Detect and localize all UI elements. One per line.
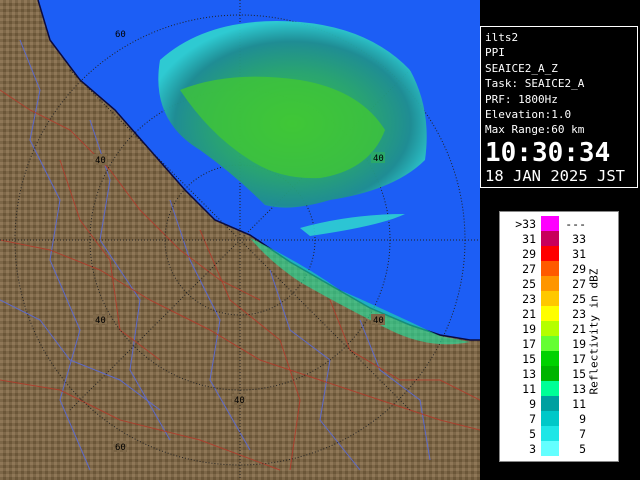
legend-high-value: 25 (572, 292, 586, 306)
legend-row: 31 33 (500, 231, 618, 246)
legend-swatch (541, 411, 559, 426)
legend-low-value: 27 (522, 262, 536, 276)
legend-high-value: 27 (572, 277, 586, 291)
range-label: 40 (234, 396, 245, 406)
legend-swatch (541, 291, 559, 306)
field-name: SEAICE2_A_Z (485, 61, 558, 75)
station-name: ilts2 (485, 31, 519, 44)
legend-swatch (541, 366, 559, 381)
legend-row: >33 --- (500, 216, 618, 231)
legend-title-wrap: Reflectivity in dBZ (584, 268, 604, 408)
range-label: 60 (115, 443, 126, 453)
legend-low-value: 15 (522, 352, 536, 366)
radar-map[interactable]: 60 40 40 40 40 40 60 (0, 0, 480, 480)
legend-high-value: 9 (579, 412, 586, 426)
legend-swatch (541, 321, 559, 336)
max-range-value: Max Range:60 km (485, 123, 585, 137)
legend-row: 29 31 (500, 246, 618, 261)
legend-high-value: 5 (579, 442, 586, 456)
legend-title: Reflectivity in dBZ (587, 268, 601, 395)
legend-low-value: 23 (522, 292, 536, 306)
range-label: 40 (95, 316, 106, 326)
elevation-value: Elevation:1.0 (485, 108, 572, 122)
legend-low-value: 5 (529, 427, 536, 441)
legend-low-value: 3 (529, 442, 536, 456)
legend-high-value: 13 (572, 382, 586, 396)
legend-swatch (541, 306, 559, 321)
legend-swatch (541, 351, 559, 366)
legend-low-value: 19 (522, 322, 536, 336)
legend-swatch (541, 336, 559, 351)
legend-row: 79 (500, 411, 618, 426)
legend-swatch (541, 426, 559, 441)
legend-low-value: 7 (529, 412, 536, 426)
scan-date: 18 JAN 2025 JST (485, 166, 625, 185)
legend-swatch (541, 231, 559, 246)
legend-low-value: 25 (522, 277, 536, 291)
legend-high-value: 17 (572, 352, 586, 366)
range-label: 40 (373, 316, 384, 326)
legend-high-value: 19 (572, 337, 586, 351)
range-label: 40 (95, 156, 106, 166)
legend-high-value: 33 (572, 232, 586, 246)
legend-low-value: 21 (522, 307, 536, 321)
task-name: Task: SEAICE2_A (485, 77, 585, 91)
legend-swatch (541, 261, 559, 276)
legend-swatch (541, 441, 559, 456)
scan-time: 10:30:34 (485, 137, 611, 168)
product-type: PPI (485, 46, 505, 60)
legend-low-value: 29 (522, 247, 536, 261)
legend-low-value: 11 (522, 382, 536, 396)
legend-low-value: >33 (515, 217, 536, 231)
range-label: 40 (373, 154, 384, 164)
legend-swatch (541, 396, 559, 411)
legend-swatch (541, 246, 559, 261)
legend-high-value: 21 (572, 322, 586, 336)
legend-swatch (541, 216, 559, 231)
legend-high-value: 7 (579, 427, 586, 441)
legend-high-value: --- (565, 217, 586, 231)
legend-high-value: 23 (572, 307, 586, 321)
legend-low-value: 9 (529, 397, 536, 411)
legend-high-value: 31 (572, 247, 586, 261)
legend-high-value: 15 (572, 367, 586, 381)
legend-high-value: 29 (572, 262, 586, 276)
prf-value: PRF: 1800Hz (485, 92, 558, 106)
legend-swatch (541, 276, 559, 291)
legend-row: 57 (500, 426, 618, 441)
legend-low-value: 17 (522, 337, 536, 351)
info-panel: ilts2 PPI SEAICE2_A_Z Task: SEAICE2_A PR… (480, 26, 638, 188)
legend-low-value: 13 (522, 367, 536, 381)
legend-swatch (541, 381, 559, 396)
range-label: 60 (115, 30, 126, 40)
color-legend: >33 --- 31 33 29 31 27 29 25 27 23 25 21 23 19 21 17 19 15… (499, 211, 619, 462)
legend-low-value: 31 (522, 232, 536, 246)
legend-row: 35 (500, 441, 618, 456)
legend-high-value: 11 (572, 397, 586, 411)
